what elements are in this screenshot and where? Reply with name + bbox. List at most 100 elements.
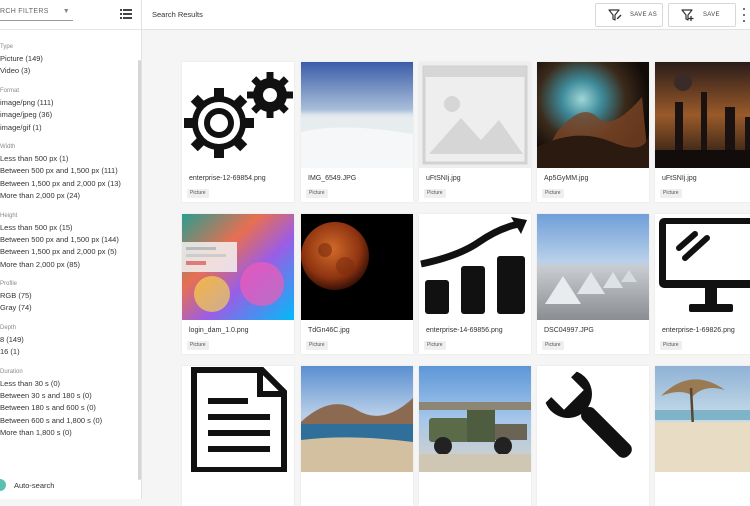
result-card[interactable]: Ap5GyMM.jpg Picture: [537, 62, 649, 202]
result-card[interactable]: [182, 366, 294, 506]
facet-option[interactable]: image/png (111): [0, 97, 138, 109]
save-as-label: SAVE AS: [630, 12, 658, 18]
facet-group: Profile RGB (75) Gray (74): [0, 279, 138, 315]
result-card[interactable]: [419, 366, 531, 506]
facet-option[interactable]: Less than 500 px (1): [0, 153, 138, 165]
more-vert-icon[interactable]: [741, 8, 747, 22]
toggle-knob[interactable]: [0, 479, 6, 491]
gears-icon[interactable]: [182, 62, 294, 168]
facet-group: Duration Less than 30 s (0) Between 30 s a…: [0, 367, 138, 440]
result-card[interactable]: enterprise-14-69856.png Picture: [419, 214, 531, 354]
facet-group: Width Less than 500 px (1) Between 500 px …: [0, 142, 138, 203]
result-card[interactable]: login_dam_1.0.png Picture: [182, 214, 294, 354]
save-as-button[interactable]: SAVE AS: [595, 3, 663, 27]
save-filter-icon: [681, 8, 694, 21]
monitor-icon[interactable]: [655, 214, 750, 320]
asset-filename: uFtSNIj.jpg: [662, 175, 697, 182]
results-toolbar: Search Results SAVE AS SAVE: [142, 0, 750, 30]
facet-option[interactable]: 16 (1): [0, 346, 138, 358]
facet-title: Depth: [0, 324, 17, 331]
facet-option[interactable]: Gray (74): [0, 302, 138, 314]
result-card[interactable]: enterprise-12-69854.png Picture: [182, 62, 294, 202]
facet-title: Type: [0, 44, 14, 50]
auto-search-toggle[interactable]: Auto-search: [0, 478, 54, 492]
type-badge: Picture: [542, 341, 564, 350]
facet-option[interactable]: image/gif (1): [0, 122, 138, 134]
facet-option[interactable]: image/jpeg (36): [0, 109, 138, 121]
facet-option[interactable]: More than 1,800 s (0): [0, 427, 138, 439]
type-badge: Picture: [306, 189, 328, 198]
facet-option[interactable]: 8 (149): [0, 334, 138, 346]
asset-filename: uFtSNIj.jpg: [426, 175, 461, 182]
facet-option[interactable]: Between 1,500 px and 2,000 px (13): [0, 178, 138, 190]
facet-list: Type Picture (149) Video (3) Format image/pn…: [0, 42, 138, 448]
type-badge: Picture: [542, 189, 564, 198]
facet-title: Format: [0, 87, 20, 94]
chevron-down-icon: ▼: [62, 8, 70, 15]
filter-sidebar: RCH FILTERS ▼ Type Picture (149) Video (3)…: [0, 0, 142, 499]
asset-filename: DSC04997.JPG: [544, 327, 594, 334]
type-badge: Picture: [187, 341, 209, 350]
type-badge: Picture: [424, 189, 446, 198]
thumbnail-image[interactable]: [301, 62, 413, 168]
asset-filename: IMG_6549.JPG: [308, 175, 357, 182]
facet-option[interactable]: Between 180 s and 600 s (0): [0, 402, 138, 414]
facet-option[interactable]: RGB (75): [0, 290, 138, 302]
thumbnail-image[interactable]: [419, 366, 531, 472]
facet-option[interactable]: Between 1,500 px and 2,000 px (5): [0, 246, 138, 258]
type-badge: Picture: [660, 189, 682, 198]
asset-filename: login_dam_1.0.png: [189, 327, 249, 334]
facet-title: Profile: [0, 281, 18, 288]
wrench-icon[interactable]: [537, 366, 649, 472]
saved-filters-select[interactable]: RCH FILTERS ▼: [0, 5, 73, 21]
thumbnail-image[interactable]: [182, 214, 294, 320]
filter-list-icon[interactable]: [120, 8, 132, 20]
facet-option[interactable]: Less than 30 s (0): [0, 378, 138, 390]
facet-option[interactable]: Between 500 px and 1,500 px (111): [0, 165, 138, 177]
result-card[interactable]: DSC04997.JPG Picture: [537, 214, 649, 354]
thumbnail-image[interactable]: [655, 366, 750, 472]
asset-filename: Ap5GyMM.jpg: [544, 175, 589, 182]
saved-filters-label: RCH FILTERS: [0, 8, 49, 15]
asset-filename: enterprise-1-69826.png: [662, 327, 735, 334]
facet-group: Height Less than 500 px (15) Between 500 p…: [0, 211, 138, 272]
result-card[interactable]: [301, 366, 413, 506]
facet-option[interactable]: Between 600 s and 1,800 s (0): [0, 415, 138, 427]
facet-option[interactable]: More than 2,000 px (24): [0, 190, 138, 202]
thumbnail-image[interactable]: [655, 62, 750, 168]
sidebar-header: RCH FILTERS ▼: [0, 0, 141, 30]
page-title: Search Results: [152, 10, 203, 19]
result-card[interactable]: [537, 366, 649, 506]
facet-title: Width: [0, 143, 16, 150]
result-card[interactable]: uFtSNIj.jpg Picture: [419, 62, 531, 202]
facet-option[interactable]: Between 30 s and 180 s (0): [0, 390, 138, 402]
result-card[interactable]: enterprise-1-69826.png Picture: [655, 214, 750, 354]
facet-group: Type Picture (149) Video (3): [0, 42, 138, 78]
save-label: SAVE: [703, 12, 720, 18]
facet-title: Duration: [0, 368, 23, 375]
type-badge: Picture: [660, 341, 682, 350]
image-placeholder-icon[interactable]: [419, 62, 531, 168]
result-card[interactable]: TdGn46C.jpg Picture: [301, 214, 413, 354]
facet-option[interactable]: Less than 500 px (15): [0, 222, 138, 234]
document-icon[interactable]: [182, 366, 294, 472]
facet-option[interactable]: More than 2,000 px (85): [0, 259, 138, 271]
type-badge: Picture: [187, 189, 209, 198]
thumbnail-image[interactable]: [301, 214, 413, 320]
type-badge: Picture: [424, 341, 446, 350]
sidebar-scrollbar[interactable]: [138, 60, 141, 480]
save-button[interactable]: SAVE: [668, 3, 736, 27]
asset-filename: TdGn46C.jpg: [308, 327, 350, 334]
facet-option[interactable]: Between 500 px and 1,500 px (144): [0, 234, 138, 246]
asset-filename: enterprise-12-69854.png: [189, 175, 266, 182]
facet-option[interactable]: Picture (149): [0, 53, 138, 65]
thumbnail-image[interactable]: [537, 62, 649, 168]
facet-option[interactable]: Video (3): [0, 65, 138, 77]
growth-chart-icon[interactable]: [419, 214, 531, 320]
thumbnail-image[interactable]: [301, 366, 413, 472]
result-card[interactable]: [655, 366, 750, 506]
thumbnail-image[interactable]: [537, 214, 649, 320]
result-card[interactable]: uFtSNIj.jpg Picture: [655, 62, 750, 202]
facet-group: Depth 8 (149) 16 (1): [0, 323, 138, 359]
result-card[interactable]: IMG_6549.JPG Picture: [301, 62, 413, 202]
